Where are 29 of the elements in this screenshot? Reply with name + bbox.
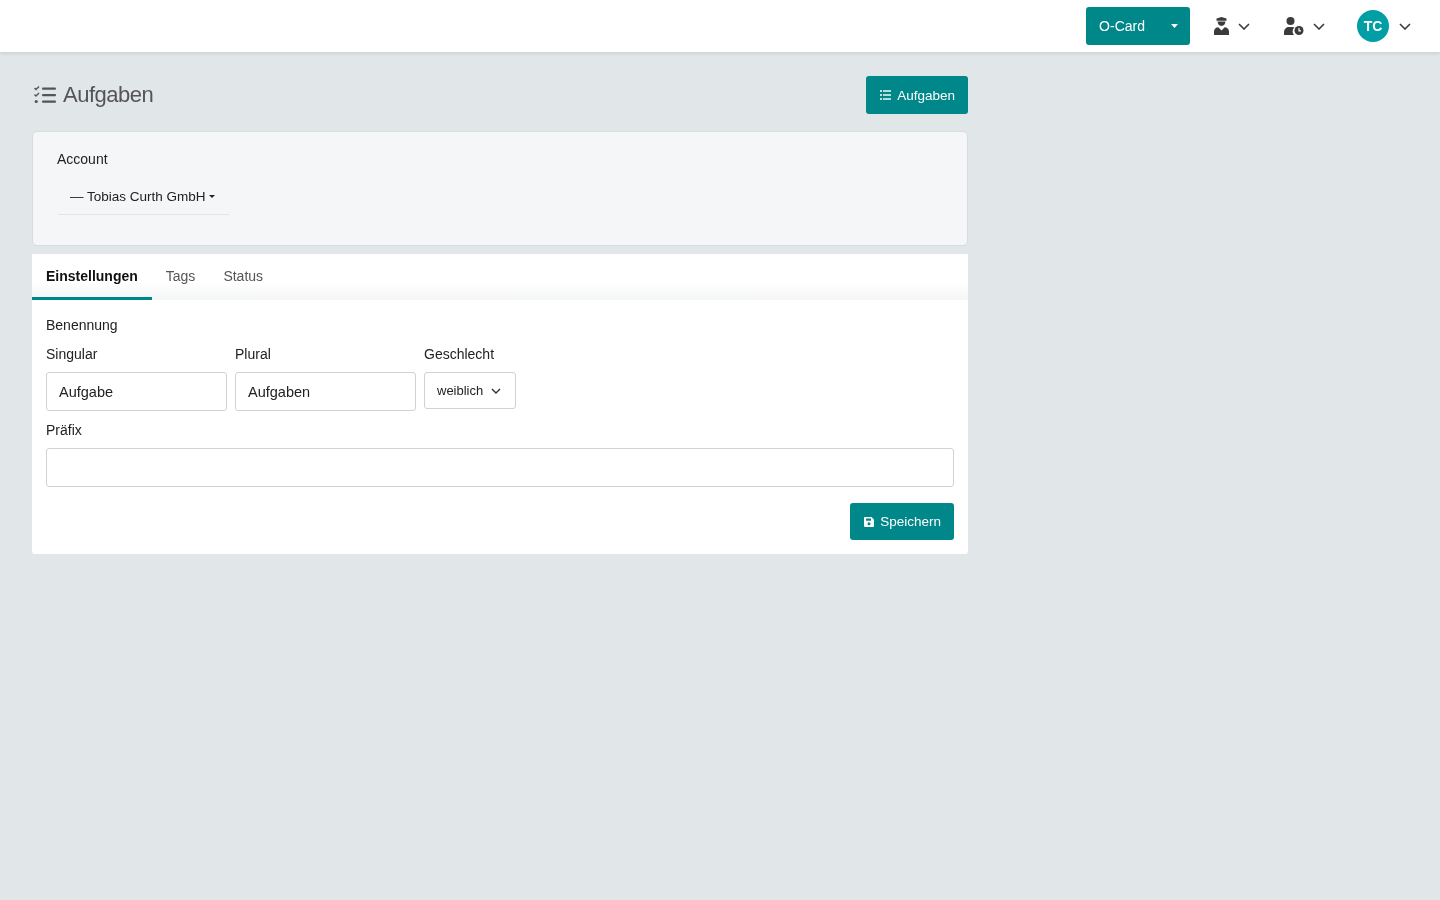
field-label: Plural [235, 346, 272, 363]
chevron-down-icon [1399, 22, 1411, 30]
caret-down-icon [1170, 24, 1178, 28]
field-label: Geschlecht [424, 346, 496, 363]
tab[interactable]: Einstellungen [32, 254, 152, 300]
tab[interactable]: Status [209, 254, 278, 300]
caret-down-icon [208, 194, 215, 198]
page-title: Aufgaben [63, 82, 154, 108]
dropdown-toggle-button[interactable] [1158, 7, 1190, 45]
field-label: Präfix [46, 422, 83, 439]
input-field[interactable] [46, 448, 954, 487]
chevron-down-icon [491, 387, 502, 394]
o-card-button[interactable]: O-Card [1086, 7, 1158, 45]
input-field[interactable]: Aufgabe [46, 372, 227, 411]
user-cap-icon [1214, 17, 1229, 35]
select-dropdown[interactable]: weiblich [424, 372, 517, 409]
field-label: Singular [46, 346, 99, 363]
tasks-button[interactable]: Aufgaben [866, 76, 968, 114]
chevron-down-icon [1238, 22, 1250, 30]
account-dropdown[interactable]: — Tobias Curth GmbH [58, 178, 229, 215]
chevron-down-icon [1313, 22, 1325, 30]
user-clock-icon [1284, 17, 1304, 35]
list-icon [880, 90, 892, 100]
section-heading: Benennung [46, 317, 119, 334]
save-button[interactable]: Speichern [850, 503, 954, 540]
tab[interactable]: Tags [151, 254, 210, 300]
input-field[interactable]: Aufgaben [235, 372, 416, 411]
list-check-icon [34, 86, 56, 104]
account-label: Account [57, 150, 109, 168]
